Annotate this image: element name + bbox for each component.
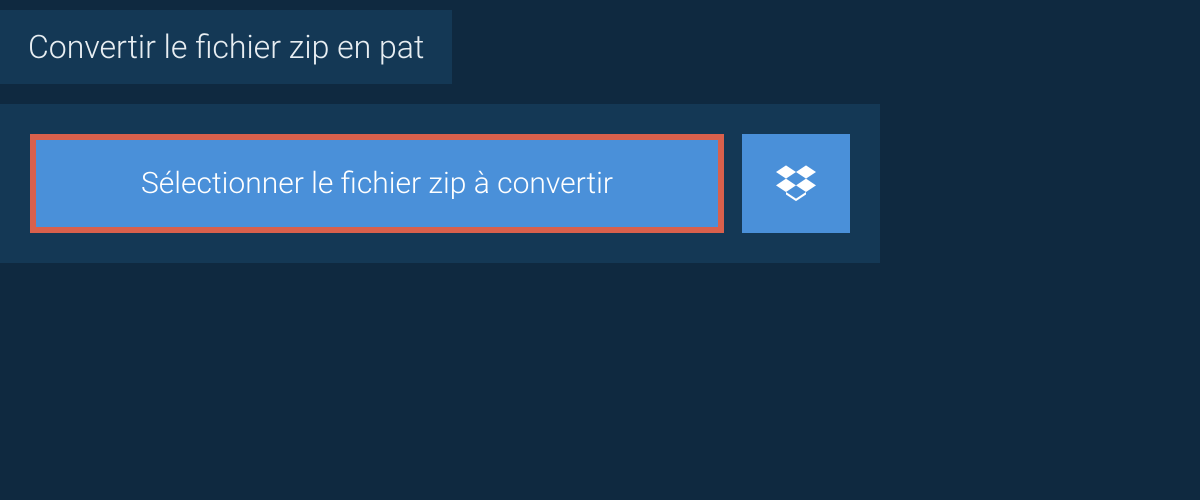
- page-title: Convertir le fichier zip en pat: [28, 28, 424, 66]
- dropbox-icon: [776, 162, 816, 206]
- select-file-button-label: Sélectionner le fichier zip à convertir: [141, 166, 613, 201]
- select-file-button[interactable]: Sélectionner le fichier zip à convertir: [30, 134, 724, 233]
- file-select-panel: Sélectionner le fichier zip à convertir: [0, 104, 880, 263]
- header-tab: Convertir le fichier zip en pat: [0, 10, 452, 84]
- dropbox-button[interactable]: [742, 134, 850, 233]
